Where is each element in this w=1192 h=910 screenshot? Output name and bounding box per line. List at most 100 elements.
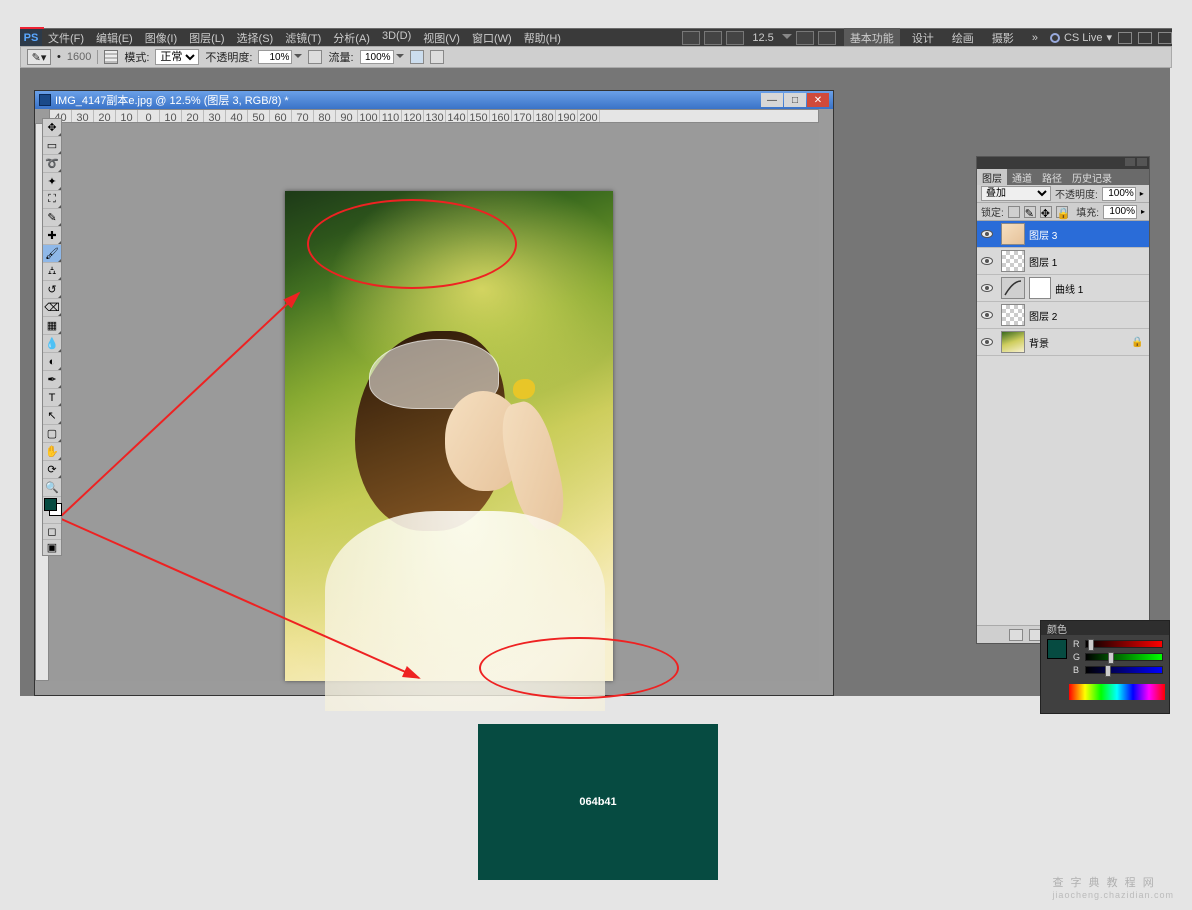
- tab-paths[interactable]: 路径: [1037, 169, 1067, 185]
- lock-transparency-icon[interactable]: [1008, 206, 1020, 218]
- workspace-design[interactable]: 设计: [906, 28, 940, 48]
- link-layers-icon[interactable]: [1009, 629, 1023, 641]
- hand-tool[interactable]: ✋: [43, 443, 61, 461]
- crop-tool[interactable]: ⛶: [43, 191, 61, 209]
- extras-icon[interactable]: [818, 31, 836, 45]
- layer-row[interactable]: 曲线 1: [977, 275, 1149, 302]
- layer-row[interactable]: 图层 1: [977, 248, 1149, 275]
- tab-history[interactable]: 历史记录: [1067, 169, 1117, 185]
- layer-row[interactable]: 图层 2: [977, 302, 1149, 329]
- layer-name[interactable]: 图层 1: [1029, 254, 1149, 269]
- pressure-size-icon[interactable]: [430, 50, 444, 64]
- eraser-tool[interactable]: ⌫: [43, 299, 61, 317]
- r-slider[interactable]: [1085, 640, 1163, 648]
- tab-channels[interactable]: 通道: [1007, 169, 1037, 185]
- lock-all-icon[interactable]: 🔒: [1056, 206, 1068, 218]
- zoom-dropdown-icon[interactable]: [782, 34, 792, 44]
- workspace-essentials[interactable]: 基本功能: [844, 28, 900, 48]
- opacity-input[interactable]: [258, 50, 292, 64]
- layer-name[interactable]: 图层 2: [1029, 308, 1149, 323]
- doc-close-button[interactable]: ✕: [807, 93, 829, 107]
- window-close-icon[interactable]: [1158, 32, 1172, 44]
- color-panel-swatch[interactable]: [1047, 639, 1067, 659]
- color-spectrum[interactable]: [1069, 684, 1165, 700]
- visibility-toggle[interactable]: [977, 230, 997, 238]
- color-swatches[interactable]: [43, 497, 61, 523]
- path-select-tool[interactable]: ↖: [43, 407, 61, 425]
- screenmode2-icon[interactable]: [704, 31, 722, 45]
- visibility-toggle[interactable]: [977, 311, 997, 319]
- menu-view[interactable]: 视图(V): [417, 30, 466, 46]
- layer-blend-select[interactable]: 叠加: [981, 186, 1051, 201]
- layer-row[interactable]: 背景🔒: [977, 329, 1149, 356]
- flow-stepper-icon[interactable]: [396, 54, 404, 62]
- menu-layer[interactable]: 图层(L): [183, 30, 230, 46]
- blend-mode-select[interactable]: 正常: [155, 49, 199, 65]
- menu-help[interactable]: 帮助(H): [518, 30, 567, 46]
- ruler-horizontal[interactable]: 4030201001020304050607080901001101201301…: [49, 109, 819, 123]
- foreground-swatch[interactable]: [44, 498, 57, 511]
- healing-tool[interactable]: ✚: [43, 227, 61, 245]
- opacity-arrow-icon[interactable]: ▸: [1140, 189, 1144, 198]
- layer-thumb[interactable]: [1001, 250, 1025, 272]
- quickmask-icon[interactable]: ◻: [43, 523, 61, 539]
- type-tool[interactable]: T: [43, 389, 61, 407]
- menu-analysis[interactable]: 分析(A): [327, 30, 376, 46]
- workspace-painting[interactable]: 绘画: [946, 28, 980, 48]
- app-logo[interactable]: PS: [20, 29, 42, 47]
- doc-minimize-button[interactable]: —: [761, 93, 783, 107]
- screenmode3-icon[interactable]: [726, 31, 744, 45]
- window-min-icon[interactable]: [1118, 32, 1132, 44]
- menu-select[interactable]: 选择(S): [231, 30, 280, 46]
- zoom-value[interactable]: 12.5: [748, 32, 777, 44]
- visibility-toggle[interactable]: [977, 257, 997, 265]
- shape-tool[interactable]: ▢: [43, 425, 61, 443]
- menu-edit[interactable]: 编辑(E): [90, 30, 139, 46]
- layer-thumb[interactable]: [1001, 223, 1025, 245]
- screenmode-icon[interactable]: ▣: [43, 539, 61, 555]
- g-slider[interactable]: [1085, 653, 1163, 661]
- layer-name[interactable]: 背景: [1029, 335, 1131, 350]
- menu-window[interactable]: 窗口(W): [466, 30, 518, 46]
- lock-position-icon[interactable]: ✥: [1040, 206, 1052, 218]
- gradient-tool[interactable]: ▦: [43, 317, 61, 335]
- visibility-toggle[interactable]: [977, 338, 997, 346]
- layer-name[interactable]: 图层 3: [1029, 227, 1149, 242]
- doc-maximize-button[interactable]: □: [784, 93, 806, 107]
- dodge-tool[interactable]: ◐: [43, 353, 61, 371]
- lock-pixels-icon[interactable]: ✎: [1024, 206, 1036, 218]
- history-brush-tool[interactable]: ↺: [43, 281, 61, 299]
- flow-input[interactable]: [360, 50, 394, 64]
- pen-tool[interactable]: ✒: [43, 371, 61, 389]
- cslive-button[interactable]: CS Live▾: [1050, 31, 1112, 44]
- menu-image[interactable]: 图像(I): [139, 30, 183, 46]
- doc-titlebar[interactable]: IMG_4147副本e.jpg @ 12.5% (图层 3, RGB/8) * …: [35, 91, 833, 109]
- menu-file[interactable]: 文件(F): [42, 30, 90, 46]
- menu-3d[interactable]: 3D(D): [376, 30, 417, 46]
- layer-mask-thumb[interactable]: [1029, 277, 1051, 299]
- layer-opacity-value[interactable]: 100%: [1102, 187, 1136, 201]
- color-panel-tab[interactable]: 颜色: [1041, 621, 1169, 635]
- visibility-toggle[interactable]: [977, 284, 997, 292]
- opacity-stepper-icon[interactable]: [294, 54, 302, 62]
- zoom-tool[interactable]: 🔍: [43, 479, 61, 497]
- airbrush-icon[interactable]: [410, 50, 424, 64]
- fill-value[interactable]: 100%: [1103, 205, 1137, 219]
- screenmode1-icon[interactable]: [682, 31, 700, 45]
- rotate-tool[interactable]: ⟳: [43, 461, 61, 479]
- marquee-tool[interactable]: ▭: [43, 137, 61, 155]
- menu-filter[interactable]: 滤镜(T): [279, 30, 327, 46]
- brush-size[interactable]: 1600: [67, 51, 91, 63]
- workspace-more[interactable]: »: [1026, 30, 1044, 46]
- layer-thumb[interactable]: [1001, 331, 1025, 353]
- move-tool[interactable]: ✥: [43, 119, 61, 137]
- brush-tool[interactable]: 🖌: [43, 245, 61, 263]
- wand-tool[interactable]: ✦: [43, 173, 61, 191]
- layer-thumb[interactable]: [1001, 277, 1025, 299]
- canvas[interactable]: [49, 123, 819, 681]
- eyedropper-tool[interactable]: ✎: [43, 209, 61, 227]
- current-tool-icon[interactable]: ✎▾: [27, 49, 51, 65]
- layer-thumb[interactable]: [1001, 304, 1025, 326]
- b-slider[interactable]: [1085, 666, 1163, 674]
- brush-panel-icon[interactable]: [104, 50, 118, 64]
